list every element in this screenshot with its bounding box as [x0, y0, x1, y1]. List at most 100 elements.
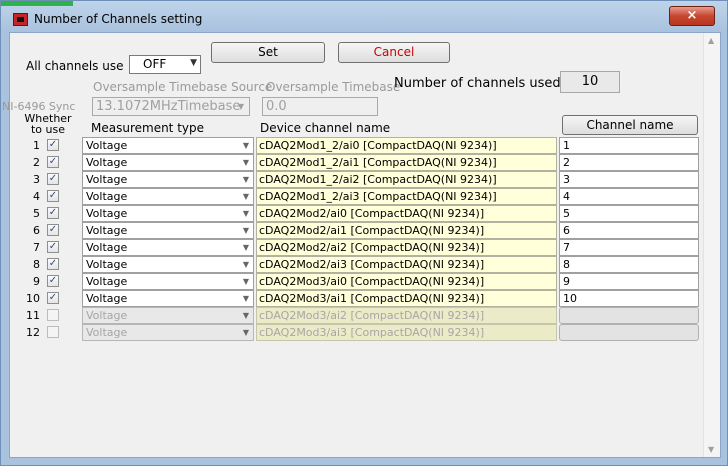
device-channel-field[interactable]: cDAQ2Mod3/ai3 [CompactDAQ(NI 9234)]	[256, 324, 557, 341]
timebase-field: 0.0	[262, 97, 378, 116]
measurement-type-select[interactable]: Voltage ▼	[82, 239, 254, 256]
measurement-type-select[interactable]: Voltage ▼	[82, 222, 254, 239]
channel-name-input[interactable]: 4	[559, 188, 699, 205]
use-checkbox[interactable]: ✓	[47, 139, 59, 151]
measurement-type-select[interactable]: Voltage ▼	[82, 307, 254, 324]
channel-name-input[interactable]: 5	[559, 205, 699, 222]
channel-name-input[interactable]: 7	[559, 239, 699, 256]
measurement-type-select[interactable]: Voltage ▼	[82, 324, 254, 341]
channel-name-input[interactable]: 2	[559, 154, 699, 171]
table-row: 4 ✓ Voltage ▼ cDAQ2Mod1_2/ai3 [CompactDAQ(NI…	[10, 188, 722, 205]
table-row: 7 ✓ Voltage ▼ cDAQ2Mod2/ai2 [CompactDAQ(NI 9…	[10, 239, 722, 256]
cancel-button[interactable]: Cancel	[338, 42, 450, 63]
use-checkbox[interactable]: ✓	[47, 156, 59, 168]
all-channels-label: All channels use	[26, 59, 124, 73]
check-icon: ✓	[48, 224, 58, 235]
use-checkbox[interactable]: ✓	[47, 292, 59, 304]
app-icon	[13, 13, 28, 26]
use-checkbox[interactable]: ✓	[47, 224, 59, 236]
channel-name-value: 7	[563, 241, 570, 254]
use-checkbox[interactable]: ✓	[47, 275, 59, 287]
device-channel-field[interactable]: cDAQ2Mod3/ai1 [CompactDAQ(NI 9234)]	[256, 290, 557, 307]
channel-name-value: 5	[563, 207, 570, 220]
use-checkbox[interactable]: ✓	[47, 241, 59, 253]
channel-name-input[interactable]: 6	[559, 222, 699, 239]
device-channel-field[interactable]: cDAQ2Mod1_2/ai2 [CompactDAQ(NI 9234)]	[256, 171, 557, 188]
device-channel-value: cDAQ2Mod3/ai0 [CompactDAQ(NI 9234)]	[259, 275, 485, 288]
check-icon: ✓	[48, 258, 58, 269]
measurement-type-value: Voltage	[86, 309, 128, 322]
check-icon: ✓	[48, 292, 58, 303]
row-number: 2	[33, 156, 40, 169]
channel-name-value: 6	[563, 224, 570, 237]
measurement-type-select[interactable]: Voltage ▼	[82, 154, 254, 171]
row-number: 5	[33, 207, 40, 220]
check-icon: ✓	[48, 173, 58, 184]
scroll-up-icon[interactable]: ▲	[708, 36, 714, 45]
chevron-down-icon: ▼	[242, 277, 249, 286]
sync-source-value: 13.1072MHzTimebase	[96, 99, 241, 114]
device-channel-field[interactable]: cDAQ2Mod2/ai3 [CompactDAQ(NI 9234)]	[256, 256, 557, 273]
measurement-type-value: Voltage	[86, 190, 128, 203]
measurement-type-select[interactable]: Voltage ▼	[82, 171, 254, 188]
channel-name-value: 4	[563, 190, 570, 203]
device-channel-field[interactable]: cDAQ2Mod3/ai2 [CompactDAQ(NI 9234)]	[256, 307, 557, 324]
device-channel-field[interactable]: cDAQ2Mod1_2/ai1 [CompactDAQ(NI 9234)]	[256, 154, 557, 171]
measurement-type-value: Voltage	[86, 258, 128, 271]
channel-name-input[interactable]: 3	[559, 171, 699, 188]
scroll-down-icon[interactable]: ▼	[708, 445, 714, 454]
num-channels-label: Number of channels used	[394, 76, 561, 91]
channel-name-input[interactable]: 8	[559, 256, 699, 273]
channel-name-input[interactable]: 10	[559, 290, 699, 307]
channel-name-value: 9	[563, 275, 570, 288]
measurement-type-value: Voltage	[86, 241, 128, 254]
use-checkbox[interactable]: ✓	[47, 207, 59, 219]
device-channel-value: cDAQ2Mod1_2/ai3 [CompactDAQ(NI 9234)]	[259, 190, 497, 203]
device-channel-field[interactable]: cDAQ2Mod1_2/ai0 [CompactDAQ(NI 9234)]	[256, 137, 557, 154]
channel-name-value: 10	[563, 292, 577, 305]
chevron-down-icon: ▼	[242, 209, 249, 218]
set-button[interactable]: Set	[211, 42, 325, 63]
measurement-type-select[interactable]: Voltage ▼	[82, 188, 254, 205]
measurement-type-select[interactable]: Voltage ▼	[82, 290, 254, 307]
all-channels-value: OFF	[143, 57, 167, 71]
device-channel-field[interactable]: cDAQ2Mod2/ai1 [CompactDAQ(NI 9234)]	[256, 222, 557, 239]
channel-name-value: 3	[563, 173, 570, 186]
titlebar[interactable]: Number of Channels setting ×	[1, 1, 728, 31]
row-number: 9	[33, 275, 40, 288]
use-checkbox[interactable]: ✓	[47, 190, 59, 202]
device-channel-value: cDAQ2Mod2/ai2 [CompactDAQ(NI 9234)]	[259, 241, 485, 254]
chevron-down-icon: ▼	[242, 328, 249, 337]
use-checkbox[interactable]: ✓	[47, 173, 59, 185]
measurement-type-select[interactable]: Voltage ▼	[82, 137, 254, 154]
row-number: 11	[26, 309, 40, 322]
measurement-type-select[interactable]: Voltage ▼	[82, 256, 254, 273]
channel-name-input[interactable]	[559, 324, 699, 341]
device-channel-field[interactable]: cDAQ2Mod2/ai2 [CompactDAQ(NI 9234)]	[256, 239, 557, 256]
table-row: 11 Voltage ▼ cDAQ2Mod3/ai2 [CompactDAQ(NI 9…	[10, 307, 722, 324]
measurement-type-value: Voltage	[86, 156, 128, 169]
measurement-type-select[interactable]: Voltage ▼	[82, 205, 254, 222]
channel-name-input[interactable]: 9	[559, 273, 699, 290]
device-channel-field[interactable]: cDAQ2Mod3/ai0 [CompactDAQ(NI 9234)]	[256, 273, 557, 290]
device-channel-value: cDAQ2Mod2/ai3 [CompactDAQ(NI 9234)]	[259, 258, 485, 271]
use-checkbox[interactable]	[47, 309, 59, 321]
channel-name-creation-button[interactable]: Channel name creation	[562, 115, 698, 150]
channel-name-input[interactable]	[559, 307, 699, 324]
use-checkbox[interactable]: ✓	[47, 258, 59, 270]
close-button[interactable]: ×	[669, 6, 715, 26]
measurement-type-select[interactable]: Voltage ▼	[82, 273, 254, 290]
chevron-down-icon: ▼	[190, 58, 197, 68]
all-channels-select[interactable]: OFF ▼	[129, 55, 201, 74]
device-channel-value: cDAQ2Mod2/ai0 [CompactDAQ(NI 9234)]	[259, 207, 485, 220]
chevron-down-icon: ▼	[242, 192, 249, 201]
measurement-type-value: Voltage	[86, 326, 128, 339]
device-channel-value: cDAQ2Mod2/ai1 [CompactDAQ(NI 9234)]	[259, 224, 485, 237]
chevron-down-icon: ▼	[242, 260, 249, 269]
device-channel-field[interactable]: cDAQ2Mod1_2/ai3 [CompactDAQ(NI 9234)]	[256, 188, 557, 205]
channel-name-input[interactable]: 1	[559, 137, 699, 154]
use-checkbox[interactable]	[47, 326, 59, 338]
device-channel-value: cDAQ2Mod3/ai3 [CompactDAQ(NI 9234)]	[259, 326, 485, 339]
row-number: 8	[33, 258, 40, 271]
device-channel-field[interactable]: cDAQ2Mod2/ai0 [CompactDAQ(NI 9234)]	[256, 205, 557, 222]
